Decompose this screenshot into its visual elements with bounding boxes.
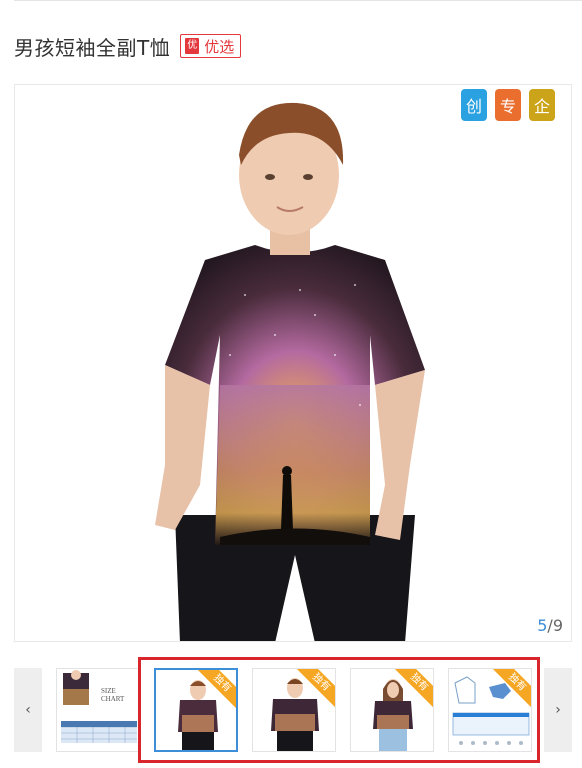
boy-tshirt-photo	[155, 102, 425, 641]
youxuan-badge: 优 优选	[180, 34, 242, 58]
top-divider	[14, 0, 582, 1]
chevron-left-icon: ‹	[25, 702, 31, 718]
main-product-image[interactable]: 创 专 企 5/9	[14, 84, 572, 642]
chevron-right-icon: ›	[555, 702, 561, 718]
image-counter: 5/9	[537, 616, 563, 635]
tag-chuang: 创	[461, 89, 487, 121]
product-title: 男孩短袖全副T恤	[14, 35, 171, 60]
youxuan-badge-label: 优选	[204, 37, 235, 56]
youxuan-icon: 优	[185, 38, 200, 54]
thumbnail-next-button[interactable]: ›	[544, 668, 572, 752]
thumbnail-prev-button[interactable]: ‹	[14, 668, 42, 752]
thumbnail-size-chart[interactable]: SIZE CHART	[56, 668, 140, 752]
feature-tags: 创 专 企	[461, 89, 555, 121]
tag-zhuan: 专	[495, 89, 521, 121]
product-title-row: 男孩短袖全副T恤 优 优选	[14, 32, 242, 60]
image-counter-current: 5	[537, 616, 548, 635]
tag-qi: 企	[529, 89, 555, 121]
image-counter-total: 9	[552, 616, 563, 635]
size-chart-caption: SIZE CHART	[101, 687, 125, 703]
size-chart-image	[61, 670, 137, 743]
thumbnail-highlight-box	[138, 657, 540, 763]
